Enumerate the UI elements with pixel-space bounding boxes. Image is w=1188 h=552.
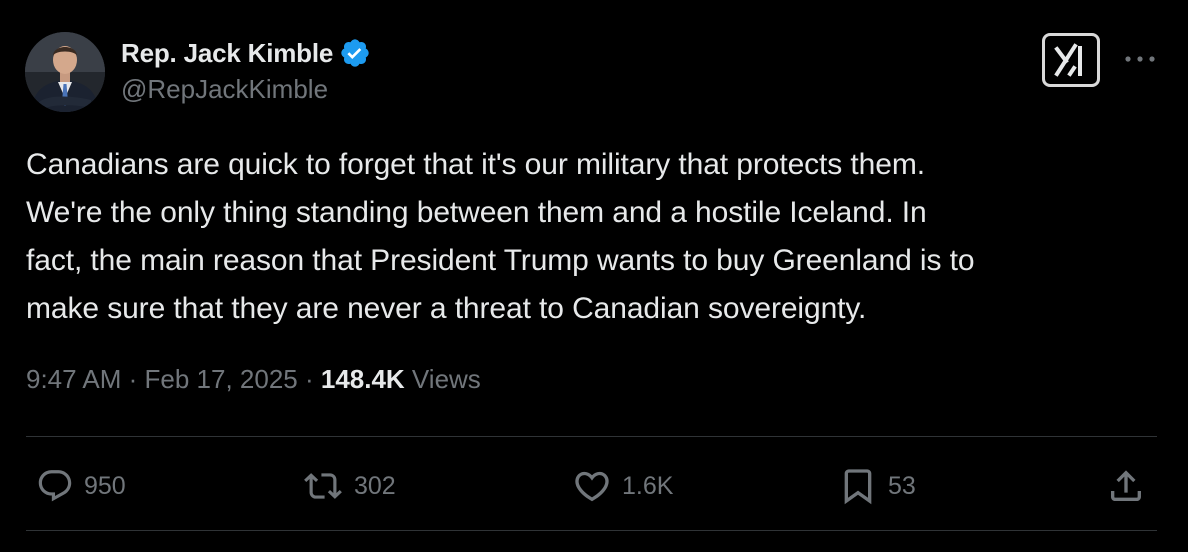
more-options-button[interactable] <box>1120 46 1160 72</box>
views-count[interactable]: 148.4K <box>321 364 405 395</box>
avatar[interactable] <box>25 32 105 112</box>
like-count: 1.6K <box>622 471 674 500</box>
reply-count: 950 <box>84 471 126 500</box>
meta-separator: · <box>121 364 145 394</box>
heart-icon <box>575 471 609 502</box>
author-handle[interactable]: @RepJackKimble <box>121 74 371 105</box>
bookmark-icon <box>844 469 872 505</box>
views-label: Views <box>404 364 481 394</box>
tweet-card: Rep. Jack Kimble @RepJackKimble Canadian… <box>0 0 1188 552</box>
share-button[interactable] <box>1106 462 1146 510</box>
tweet-meta: 9:47 AM · Feb 17, 2025 · 148.4K Views <box>26 364 481 395</box>
repost-button[interactable]: 302 <box>302 462 396 510</box>
bookmark-count: 53 <box>888 471 916 500</box>
tweet-date[interactable]: Feb 17, 2025 <box>145 364 298 395</box>
share-icon <box>1111 470 1141 501</box>
action-bar: 950 302 1.6K 53 <box>0 462 1188 510</box>
tweet-time[interactable]: 9:47 AM <box>26 364 121 395</box>
like-button[interactable]: 1.6K <box>572 462 673 510</box>
grok-button[interactable] <box>1042 33 1100 87</box>
divider <box>26 530 1157 531</box>
avatar-image <box>25 32 105 112</box>
repost-count: 302 <box>354 471 396 500</box>
bookmark-button[interactable]: 53 <box>838 462 916 510</box>
meta-separator: · <box>297 364 321 394</box>
tweet-text: Canadians are quick to forget that it's … <box>26 148 975 325</box>
verified-badge-icon[interactable] <box>339 37 371 69</box>
repost-icon <box>304 473 342 499</box>
divider <box>26 436 1157 437</box>
display-name[interactable]: Rep. Jack Kimble <box>121 38 333 69</box>
reply-button[interactable]: 950 <box>36 462 126 510</box>
grok-logo-icon <box>1054 43 1082 77</box>
name-row: Rep. Jack Kimble <box>121 36 371 70</box>
reply-icon <box>38 470 72 502</box>
more-options-icon <box>1125 56 1155 62</box>
author-block: Rep. Jack Kimble @RepJackKimble <box>121 36 371 105</box>
